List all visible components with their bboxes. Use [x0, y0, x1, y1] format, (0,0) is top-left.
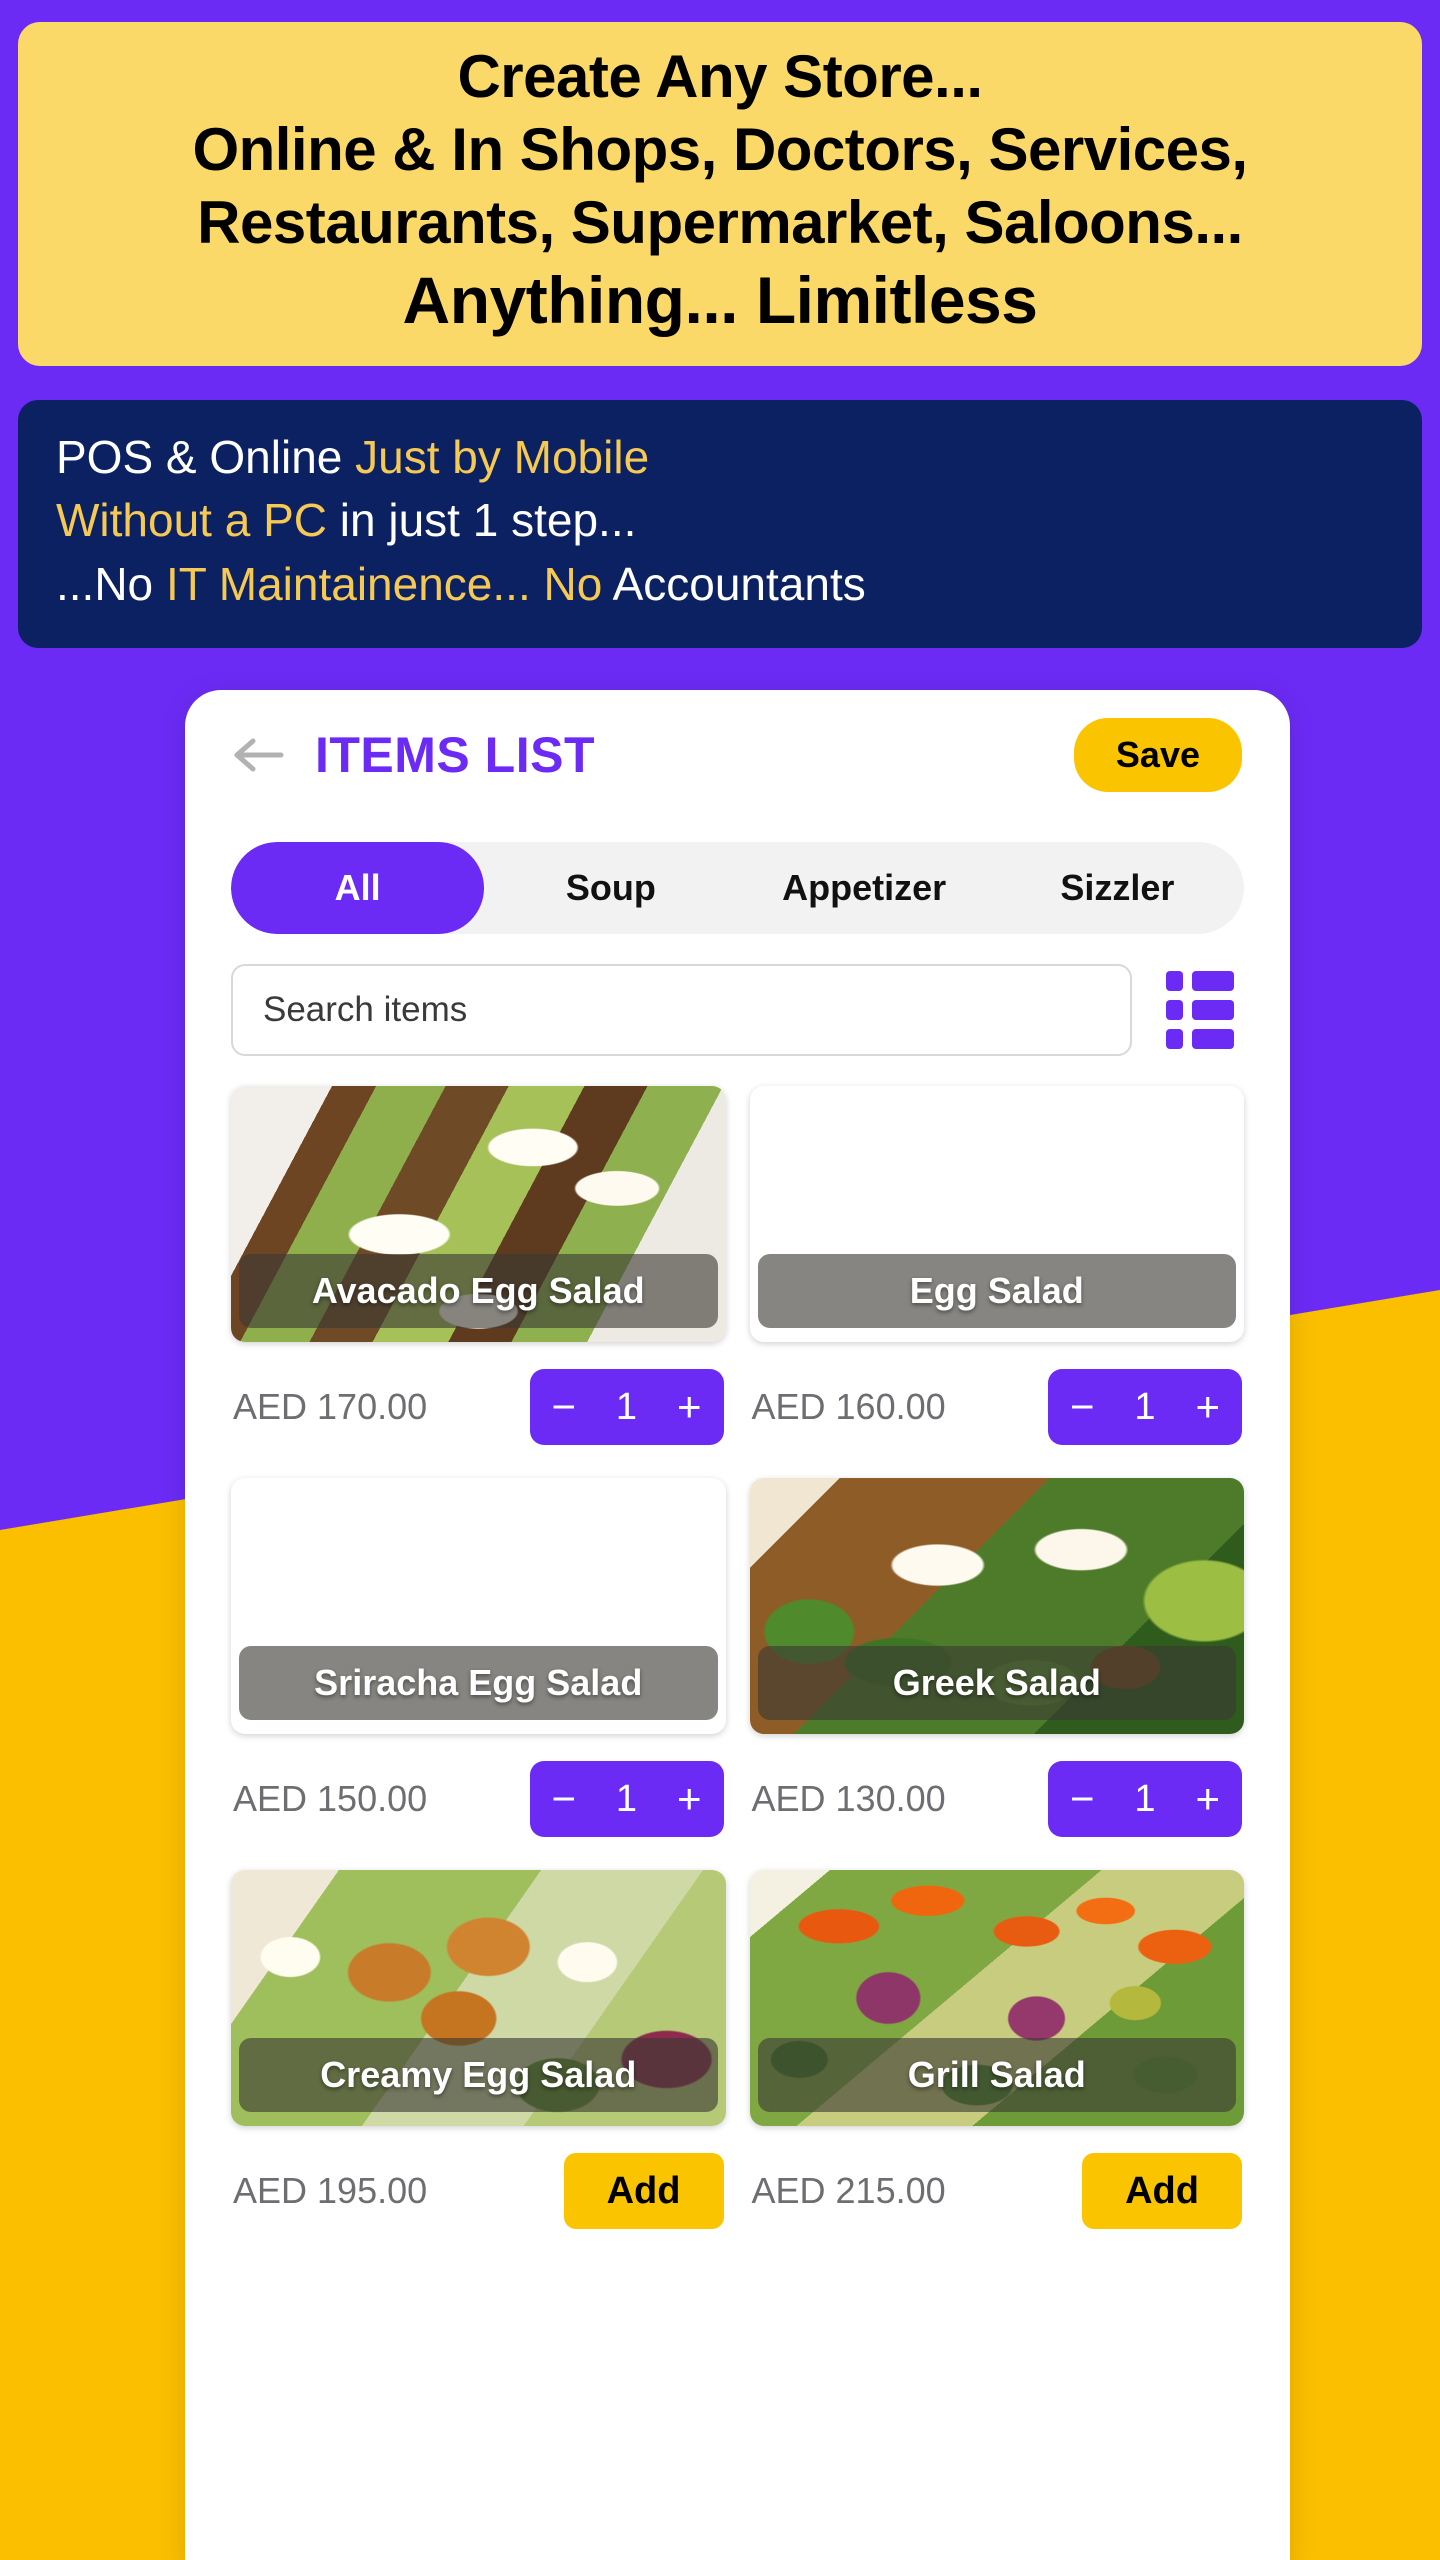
tab-sizzler[interactable]: Sizzler	[991, 842, 1244, 934]
quantity-value: 1	[1134, 1385, 1156, 1428]
app-header: ITEMS LIST Save	[185, 690, 1290, 820]
list-view-row-2	[1166, 1000, 1244, 1020]
item-card[interactable]: Creamy Egg Salad AED 195.00 Add	[231, 1870, 726, 2256]
add-button[interactable]: Add	[1082, 2153, 1242, 2229]
app-screen-card: ITEMS LIST Save All Soup Appetizer Sizzl…	[185, 690, 1290, 2560]
sub-line1-part-a: POS & Online	[56, 431, 356, 483]
page-title: ITEMS LIST	[315, 727, 595, 783]
decrement-button[interactable]: −	[1070, 1386, 1095, 1428]
item-name: Creamy Egg Salad	[239, 2038, 718, 2112]
decrement-button[interactable]: −	[1070, 1778, 1095, 1820]
item-price-row: AED 215.00 Add	[750, 2126, 1245, 2256]
search-row	[231, 964, 1244, 1056]
sub-line3-part-d: No	[543, 557, 603, 610]
item-price: AED 160.00	[751, 1386, 946, 1427]
sub-banner-line-2: Without a PC in just 1 step...	[56, 489, 1384, 552]
sub-banner-line-1: POS & Online Just by Mobile	[56, 426, 1384, 489]
item-thumbnail[interactable]: Egg Salad	[750, 1086, 1245, 1342]
item-thumbnail[interactable]: Creamy Egg Salad	[231, 1870, 726, 2126]
quantity-stepper[interactable]: − 1 +	[1048, 1761, 1242, 1837]
item-price: AED 215.00	[751, 2170, 946, 2211]
item-thumbnail[interactable]: Avacado Egg Salad	[231, 1086, 726, 1342]
increment-button[interactable]: +	[1195, 1386, 1220, 1428]
quantity-value: 1	[615, 1777, 638, 1820]
headline-line-1: Create Any Store...	[457, 43, 983, 110]
arrow-left-icon[interactable]	[231, 733, 287, 777]
headline-line-4: Anything... Limitless	[402, 262, 1038, 337]
item-price: AED 150.00	[233, 1778, 428, 1819]
sub-banner: POS & Online Just by Mobile Without a PC…	[18, 400, 1422, 649]
item-thumbnail[interactable]: Greek Salad	[749, 1478, 1244, 1734]
list-view-icon[interactable]	[1158, 970, 1244, 1050]
item-card[interactable]: Sriracha Egg Salad AED 150.00 − 1 +	[231, 1478, 726, 1864]
item-name: Avacado Egg Salad	[239, 1254, 718, 1328]
save-button[interactable]: Save	[1073, 718, 1242, 792]
sub-line2-part-c: in just 1 step...	[327, 494, 637, 547]
increment-button[interactable]: +	[1195, 1778, 1220, 1820]
sub-line1-part-b: Just by Mobile	[355, 431, 650, 483]
search-input[interactable]	[231, 964, 1132, 1056]
headline-line-2: Online & In Shops, Doctors, Services,	[192, 116, 1248, 184]
quantity-value: 1	[615, 1385, 638, 1428]
tab-appetizer[interactable]: Appetizer	[738, 842, 991, 934]
add-button[interactable]: Add	[563, 2153, 724, 2229]
item-card[interactable]: Grill Salad AED 215.00 Add	[749, 1870, 1245, 2256]
item-thumbnail[interactable]: Sriracha Egg Salad	[231, 1478, 726, 1734]
item-price: AED 195.00	[233, 2170, 428, 2211]
promo-screenshot: Create Any Store... Online & In Shops, D…	[0, 0, 1440, 2560]
item-name: Grill Salad	[757, 2038, 1236, 2112]
headline-banner: Create Any Store... Online & In Shops, D…	[18, 22, 1422, 367]
item-price: AED 170.00	[233, 1386, 428, 1427]
sub-line3-part-a: ...No	[56, 557, 166, 610]
items-grid: Avacado Egg Salad AED 170.00 − 1 + Egg S…	[231, 1086, 1244, 2256]
quantity-value: 1	[1134, 1777, 1156, 1820]
quantity-stepper[interactable]: − 1 +	[529, 1761, 724, 1837]
sub-line3-part-e: Accountants	[602, 557, 866, 610]
increment-button[interactable]: +	[677, 1386, 702, 1428]
item-price-row: AED 130.00 − 1 +	[750, 1734, 1245, 1864]
sub-line2-part-b: Without a PC	[56, 494, 327, 547]
item-price-row: AED 160.00 − 1 +	[750, 1342, 1245, 1472]
increment-button[interactable]: +	[677, 1778, 702, 1820]
sub-line3-part-b: IT Maintainence...	[165, 557, 531, 610]
quantity-stepper[interactable]: − 1 +	[1048, 1369, 1242, 1445]
list-view-row-3	[1166, 1029, 1244, 1049]
item-thumbnail[interactable]: Grill Salad	[749, 1870, 1244, 2126]
tab-all[interactable]: All	[231, 842, 485, 934]
decrement-button[interactable]: −	[552, 1386, 577, 1428]
headline-line-3: Restaurants, Supermarket, Saloons...	[197, 189, 1243, 257]
item-price: AED 130.00	[751, 1778, 946, 1819]
category-tabs: All Soup Appetizer Sizzler	[231, 842, 1244, 934]
quantity-stepper[interactable]: − 1 +	[529, 1369, 724, 1445]
sub-banner-line-3: ...No IT Maintainence... No Accountants	[56, 553, 1384, 616]
list-view-row-1	[1166, 971, 1244, 991]
item-name: Sriracha Egg Salad	[239, 1646, 718, 1720]
item-price-row: AED 150.00 − 1 +	[231, 1734, 726, 1864]
item-card[interactable]: Greek Salad AED 130.00 − 1 +	[749, 1478, 1245, 1864]
decrement-button[interactable]: −	[552, 1778, 577, 1820]
sub-line3-space	[531, 558, 544, 610]
tab-soup[interactable]: Soup	[484, 842, 737, 934]
item-name: Egg Salad	[757, 1254, 1236, 1328]
item-price-row: AED 170.00 − 1 +	[231, 1342, 726, 1472]
item-card[interactable]: Egg Salad AED 160.00 − 1 +	[750, 1086, 1245, 1472]
item-price-row: AED 195.00 Add	[231, 2126, 726, 2256]
item-name: Greek Salad	[757, 1646, 1236, 1720]
item-card[interactable]: Avacado Egg Salad AED 170.00 − 1 +	[231, 1086, 726, 1472]
